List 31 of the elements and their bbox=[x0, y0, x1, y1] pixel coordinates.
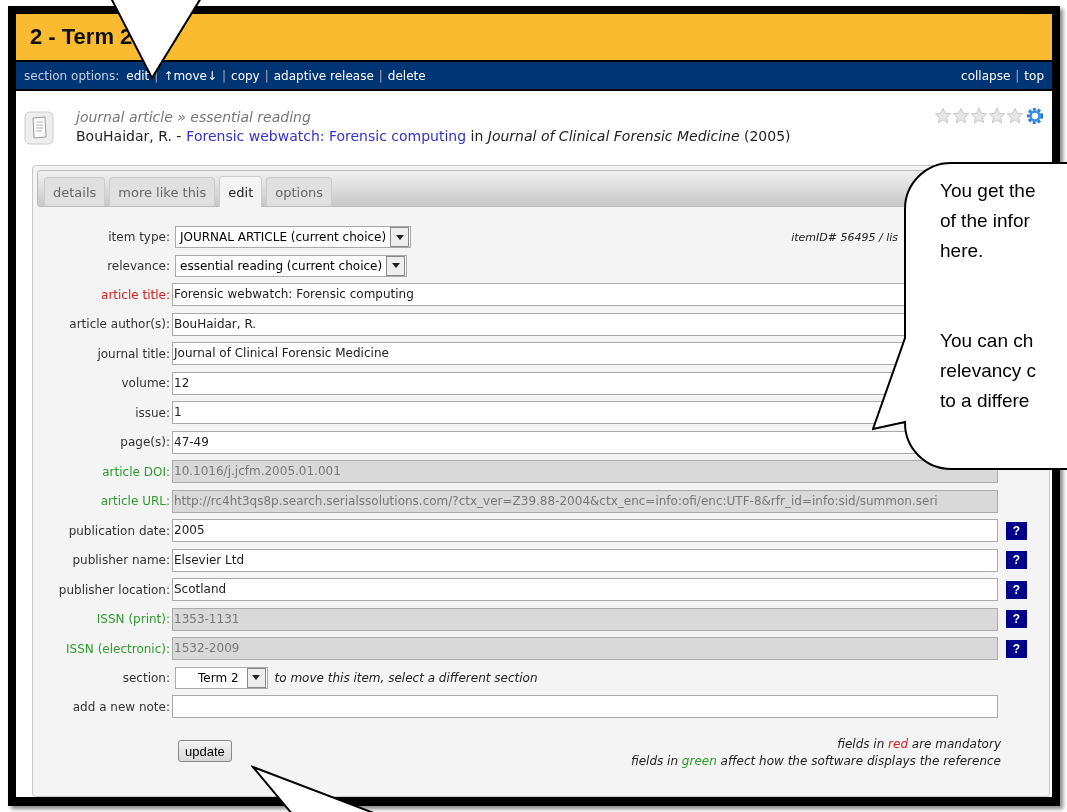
field-label: article author(s): bbox=[68, 317, 171, 331]
field-label: ISSN (print): bbox=[95, 612, 171, 626]
field-label: relevance: bbox=[106, 258, 171, 273]
section-options-label: section options: bbox=[24, 68, 120, 83]
field-label: article title: bbox=[100, 287, 171, 302]
callout-text: here. bbox=[940, 239, 985, 263]
legend-text: fields in red are mandatory bbox=[836, 736, 1001, 753]
separator: | bbox=[1015, 68, 1020, 83]
field-label: publication date: bbox=[67, 523, 171, 538]
callout-text: of the infor bbox=[940, 209, 1031, 233]
field-label: add a new note: bbox=[71, 699, 171, 714]
separator: | bbox=[264, 68, 269, 83]
field-label: item type: bbox=[107, 230, 171, 244]
separator: | bbox=[222, 68, 227, 83]
legend-text: fields in green affect how the software displays the reference bbox=[630, 753, 1001, 770]
callout-text: You get the bbox=[940, 179, 1037, 203]
field-label: page(s): bbox=[119, 435, 171, 449]
item-id-text: itemID# 56495 / lis bbox=[791, 230, 898, 244]
separator: | bbox=[378, 68, 383, 83]
field-label: section: bbox=[121, 670, 171, 685]
field-label: ISSN (electronic): bbox=[65, 641, 171, 656]
field-label: publisher location: bbox=[57, 582, 171, 597]
field-label: article DOI: bbox=[101, 464, 171, 479]
item-type-text: journal article » essential reading bbox=[76, 109, 312, 125]
citation-text: BouHaidar, R. - Forensic webwatch: Forensic computing in Journal of Clinical Forensic Medicine (2005) bbox=[76, 128, 792, 144]
hint-text: to move this item, select a different section bbox=[274, 670, 538, 685]
field-label: publisher name: bbox=[71, 553, 171, 567]
field-label: volume: bbox=[120, 376, 171, 390]
field-label: journal title: bbox=[96, 346, 171, 361]
field-label: issue: bbox=[134, 405, 171, 420]
field-label: article URL: bbox=[99, 494, 171, 508]
